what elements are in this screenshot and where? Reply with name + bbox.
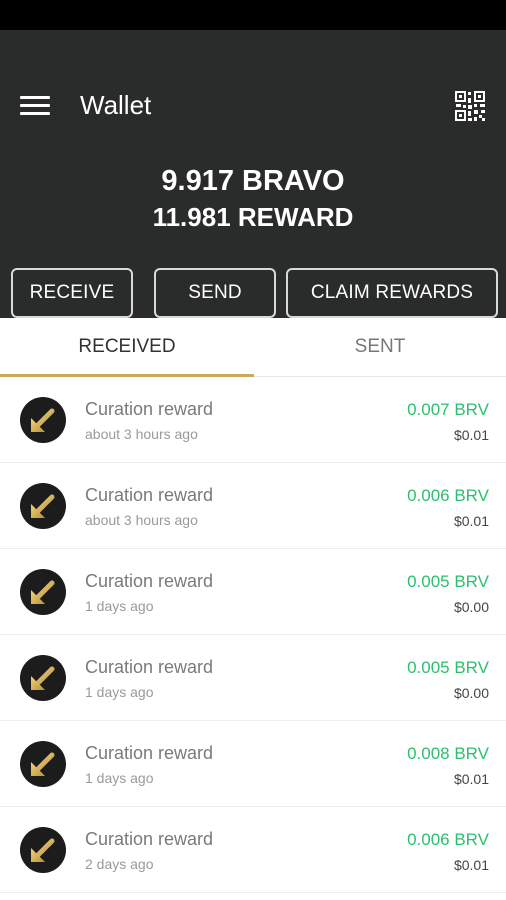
transaction-time: 2 days ago — [85, 856, 154, 872]
receive-button[interactable]: RECEIVE — [11, 268, 133, 318]
transaction-time: 1 days ago — [85, 770, 154, 786]
send-button[interactable]: SEND — [154, 268, 276, 318]
transaction-title: Curation reward — [85, 657, 214, 677]
hamburger-menu-icon[interactable] — [20, 96, 50, 120]
transaction-time: about 3 hours ago — [85, 426, 198, 442]
balance-bravo: 9.917 BRAVO — [161, 165, 345, 197]
page-title: Wallet — [80, 90, 152, 120]
transaction-title: Curation reward — [85, 743, 214, 763]
transaction-list: Curation reward about 3 hours ago 0.007 … — [0, 377, 506, 893]
transaction-usd-value: $0.01 — [453, 857, 489, 873]
transaction-row[interactable]: Curation reward about 3 hours ago 0.007 … — [0, 377, 506, 463]
transaction-row[interactable]: Curation reward 1 days ago 0.005 BRV $0.… — [0, 635, 506, 721]
transaction-amount: 0.006 BRV — [407, 830, 489, 849]
received-arrow-icon — [20, 569, 66, 615]
transaction-amount: 0.008 BRV — [407, 744, 489, 763]
transaction-amount: 0.005 BRV — [407, 658, 489, 677]
transaction-time: about 3 hours ago — [85, 512, 198, 528]
received-arrow-icon — [20, 397, 66, 443]
transaction-row[interactable]: Curation reward 1 days ago 0.005 BRV $0.… — [0, 549, 506, 635]
claim-rewards-button[interactable]: CLAIM REWARDS — [286, 268, 498, 318]
transaction-title: Curation reward — [85, 829, 214, 849]
tab-sent[interactable]: SENT — [254, 318, 506, 376]
transaction-time: 1 days ago — [85, 598, 154, 614]
transaction-usd-value: $0.00 — [453, 685, 489, 701]
wallet-header: Wallet 9.917 BRAVO 11.981 REWARD RECEIVE… — [0, 30, 506, 318]
transaction-time: 1 days ago — [85, 684, 154, 700]
transaction-title: Curation reward — [85, 485, 214, 505]
status-bar — [0, 0, 506, 30]
received-arrow-icon — [20, 483, 66, 529]
transaction-title: Curation reward — [85, 399, 214, 419]
qr-code-icon[interactable] — [454, 90, 486, 122]
tab-received[interactable]: RECEIVED — [0, 318, 254, 376]
transaction-amount: 0.005 BRV — [407, 572, 489, 591]
transaction-usd-value: $0.01 — [453, 771, 489, 787]
balance-reward: 11.981 REWARD — [152, 202, 354, 232]
transaction-row[interactable]: Curation reward about 3 hours ago 0.006 … — [0, 463, 506, 549]
received-arrow-icon — [20, 741, 66, 787]
transaction-row[interactable]: Curation reward 2 days ago 0.006 BRV $0.… — [0, 807, 506, 893]
received-arrow-icon — [20, 827, 66, 873]
transaction-usd-value: $0.00 — [453, 599, 489, 615]
transaction-title: Curation reward — [85, 571, 214, 591]
transaction-row[interactable]: Curation reward 1 days ago 0.008 BRV $0.… — [0, 721, 506, 807]
transaction-amount: 0.006 BRV — [407, 486, 489, 505]
transaction-amount: 0.007 BRV — [407, 400, 489, 419]
received-arrow-icon — [20, 655, 66, 701]
transaction-usd-value: $0.01 — [453, 513, 489, 529]
balance-display: 9.917 BRAVO 11.981 REWARD — [0, 163, 506, 235]
transaction-usd-value: $0.01 — [453, 427, 489, 443]
tab-bar: RECEIVED SENT — [0, 318, 506, 377]
